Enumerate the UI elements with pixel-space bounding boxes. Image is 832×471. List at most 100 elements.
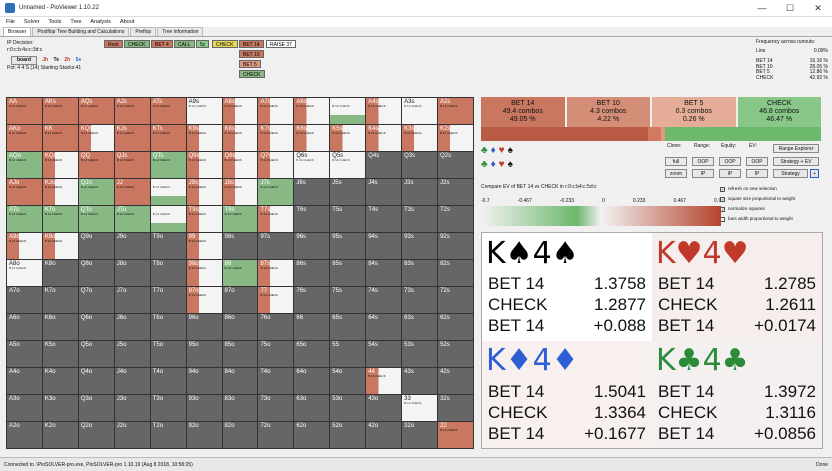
hand-cell[interactable]: K2s B 14 CHECK (438, 125, 473, 151)
hand-cell[interactable]: 76o (258, 314, 294, 340)
hand-cell[interactable]: 64s (366, 314, 402, 340)
hand-cell[interactable]: 53o (330, 395, 366, 421)
range-bet10[interactable]: BET 10 4.3 combos 4.22 % (566, 97, 650, 127)
hand-cell[interactable]: J4o (114, 368, 150, 394)
hand-cell[interactable]: Q8o (78, 260, 114, 286)
heart-icon[interactable]: ♥ (499, 159, 505, 171)
hand-cell[interactable]: T2o (150, 422, 186, 448)
hand-cell[interactable]: J8o (114, 260, 150, 286)
hand-cell[interactable]: AQo B 14 CHECK (7, 152, 42, 178)
bars-width-checkbox[interactable]: bars width proportional to weight (720, 214, 830, 224)
hand-cell[interactable]: 92o (186, 422, 222, 448)
hand-cell[interactable]: T6o (150, 314, 186, 340)
hand-cell[interactable]: K4o (42, 368, 78, 394)
hand-cell[interactable]: T6s (294, 206, 330, 232)
hand-cell[interactable]: 95s (330, 233, 366, 259)
hand-cell[interactable]: 97s (258, 233, 294, 259)
hand-cell[interactable]: K8s B 14 CHECK (222, 125, 258, 151)
hand-cell[interactable]: J2o (114, 422, 150, 448)
square-size-checkbox[interactable]: ✓ square size proportional to weight (720, 194, 830, 204)
hand-cell[interactable]: 75s (330, 287, 366, 313)
hand-cell[interactable]: K5s B 14 CHECK (330, 125, 366, 151)
menu-file[interactable]: File (6, 19, 15, 25)
bet4-button[interactable]: BET 4 (151, 40, 173, 48)
hand-cell[interactable]: 72s (438, 287, 473, 313)
hand-cell[interactable]: KTs B 14 CHECK (150, 125, 186, 151)
hand-cell[interactable]: 93o (186, 395, 222, 421)
hand-cell[interactable]: 84o (222, 368, 258, 394)
hand-cell[interactable]: QQ B 14 CHECK (78, 152, 114, 178)
hand-cell[interactable]: J6s (294, 179, 330, 205)
hand-cell[interactable]: AA B 14 CHECK (7, 98, 42, 124)
hand-cell[interactable]: JTo B 14 CHECK (114, 206, 150, 232)
hand-cell[interactable]: 99 B 14 CHECK (186, 233, 222, 259)
hand-cell[interactable]: A7s B 14 CHECK (258, 98, 294, 124)
hand-cell[interactable]: 53s (402, 341, 438, 367)
hand-cell[interactable]: JTs B 14 CHECK (150, 179, 186, 205)
heart-icon[interactable]: ♥ (499, 145, 505, 157)
hand-cell[interactable]: 33 B 14 CHECK (402, 395, 438, 421)
hand-cell[interactable]: QTs B 14 CHECK (150, 152, 186, 178)
hand-cell[interactable]: J5o (114, 341, 150, 367)
range-explorer-button[interactable]: Range Explorer (773, 144, 819, 153)
hand-cell[interactable]: 88 B 14 CHECK (222, 260, 258, 286)
hand-cell[interactable]: Q4s (366, 152, 402, 178)
hand-cell[interactable]: A4s B 14 CHECK (366, 98, 402, 124)
range-bet5[interactable]: BET 5 0.3 combos 0.26 % (652, 97, 736, 127)
hand-cell[interactable]: QJo B 14 CHECK (78, 179, 114, 205)
normalize-checkbox[interactable]: ✓ normalize squares (720, 204, 830, 214)
club-icon[interactable]: ♣ (481, 145, 488, 157)
hand-cell[interactable]: 85o (222, 341, 258, 367)
hand-cell[interactable]: 63o (294, 395, 330, 421)
hand-cell[interactable]: 42o (366, 422, 402, 448)
hand-cell[interactable]: Q8s B 14 CHECK (222, 152, 258, 178)
hand-cell[interactable]: 66 (294, 314, 330, 340)
hand-cell[interactable]: 98o B 14 CHECK (186, 260, 222, 286)
hand-cell[interactable]: K6s B 14 CHECK (294, 125, 330, 151)
menu-tools[interactable]: Tools (48, 19, 61, 25)
hand-cell[interactable]: 94o (186, 368, 222, 394)
hand-cell[interactable]: TT B 14 CHECK (150, 206, 186, 232)
hand-cell[interactable]: T3s (402, 206, 438, 232)
add-button[interactable]: + (810, 169, 819, 178)
full-button[interactable]: full (665, 157, 687, 166)
hand-cell[interactable]: 74s (366, 287, 402, 313)
combo-quadrant[interactable]: K♠4♠ BET 14 1.3758 CHECK 1.2877 BET 14 +0.088 (482, 233, 652, 341)
hand-cell[interactable]: T8s B 14 CHECK (222, 206, 258, 232)
hand-cell[interactable]: T3o (150, 395, 186, 421)
hand-cell[interactable]: 32s (438, 395, 473, 421)
hand-cell[interactable]: 42s (438, 368, 473, 394)
hand-cell[interactable]: A8s B 14 CHECK (222, 98, 258, 124)
hand-cell[interactable]: T5s (330, 206, 366, 232)
hand-cell[interactable]: T9s B 14 CHECK (186, 206, 222, 232)
hand-cell[interactable]: 83o (222, 395, 258, 421)
hand-cell[interactable]: 64o (294, 368, 330, 394)
tab-browser[interactable]: Browser (3, 27, 32, 36)
tab-preflop[interactable]: Preflop (130, 27, 157, 36)
hand-cell[interactable]: 83s (402, 260, 438, 286)
hand-cell[interactable]: A2o (7, 422, 42, 448)
tab-postflop[interactable]: Postflop Tree Building and Calculations (32, 27, 130, 36)
menu-about[interactable]: About (120, 19, 134, 25)
hand-cell[interactable]: J6o (114, 314, 150, 340)
hand-cell[interactable]: 62o (294, 422, 330, 448)
hand-cell[interactable]: A5s B 14 CHECK (330, 98, 366, 124)
hand-cell[interactable]: T5o (150, 341, 186, 367)
hand-cell[interactable]: K7o (42, 287, 78, 313)
call-button[interactable]: CALL (174, 40, 195, 48)
hand-cell[interactable]: AJs B 14 CHECK (114, 98, 150, 124)
hand-cell[interactable]: Q2s (438, 152, 473, 178)
hand-cell[interactable]: Q3o (78, 395, 114, 421)
hand-cell[interactable]: Q7o (78, 287, 114, 313)
hand-cell[interactable]: Q9o (78, 233, 114, 259)
hand-cell[interactable]: K3o (42, 395, 78, 421)
hand-cell[interactable]: 96o (186, 314, 222, 340)
menu-tree[interactable]: Tree (70, 19, 81, 25)
hand-cell[interactable]: A9o B 14 CHECK (7, 233, 42, 259)
hand-cell[interactable]: AKs B 14 CHECK (42, 98, 78, 124)
hand-cell[interactable]: KTo B 14 CHECK (42, 206, 78, 232)
hand-cell[interactable]: A4o (7, 368, 42, 394)
hand-cell[interactable]: JJ B 14 CHECK (114, 179, 150, 205)
hand-cell[interactable]: ATs B 14 CHECK (150, 98, 186, 124)
hand-cell[interactable]: K9o B 14 CHECK (42, 233, 78, 259)
